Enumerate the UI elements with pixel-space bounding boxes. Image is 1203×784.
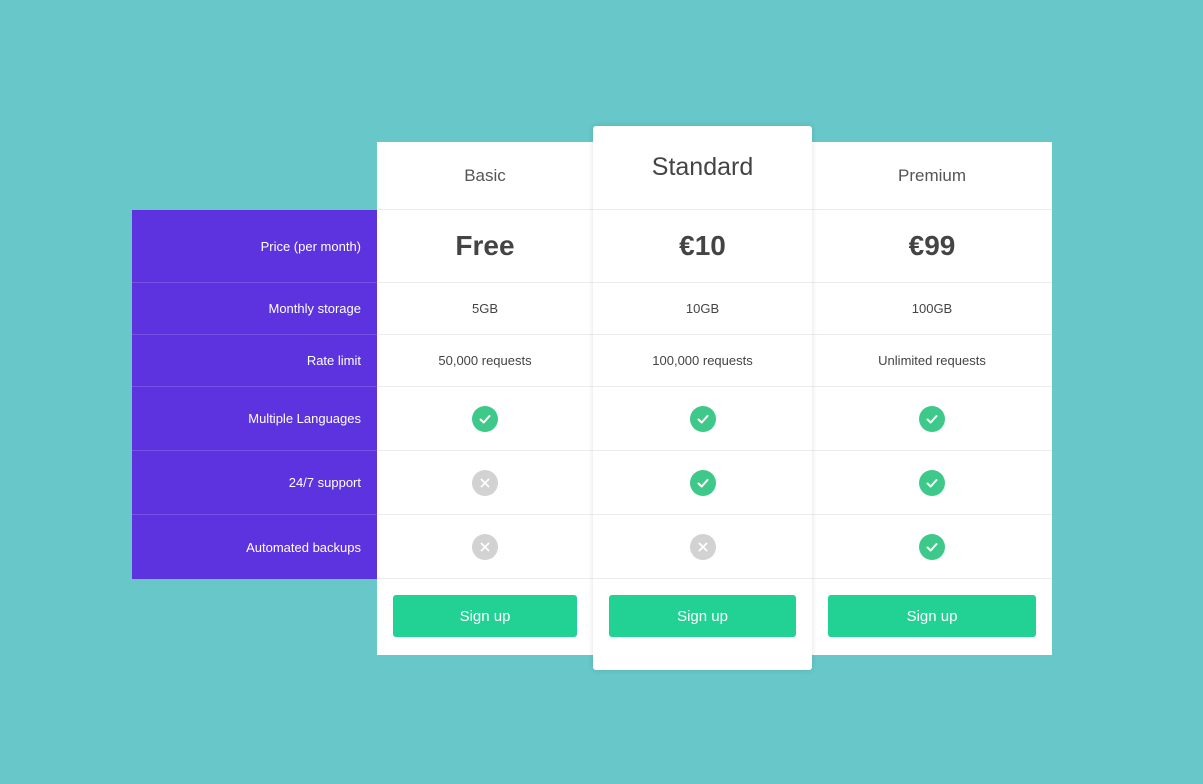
plan-support [377,451,593,515]
check-icon [472,405,498,432]
check-icon [919,533,945,560]
check-icon [689,405,716,432]
plan-storage: 5GB [377,283,593,335]
plan-languages [812,387,1052,451]
plan-backups [593,515,812,579]
signup-button-basic[interactable]: Sign up [393,595,577,637]
plan-price: €10 [593,210,812,283]
plan-column-premium: Premium €99 100GB Unlimited requests Sig… [812,142,1052,655]
plan-support [812,451,1052,515]
plan-rate-limit: 50,000 requests [377,335,593,387]
feature-label-column: Price (per month) Monthly storage Rate l… [132,210,377,579]
plan-name: Standard [593,126,812,210]
cross-icon [472,533,498,560]
plan-backups [812,515,1052,579]
signup-button-premium[interactable]: Sign up [828,595,1036,637]
label-backups: Automated backups [246,539,361,555]
label-support: 24/7 support [132,451,377,515]
plan-languages [377,387,593,451]
check-icon [919,405,945,432]
plan-cta: Sign up [812,579,1052,653]
plan-languages [593,387,812,451]
label-rate-limit: Rate limit [132,335,377,387]
plan-support [593,451,812,515]
plan-name: Basic [377,142,593,210]
plan-backups [377,515,593,579]
plan-cta: Sign up [377,579,593,653]
plan-column-basic: Basic Free 5GB 50,000 requests Sign up [377,142,593,655]
signup-button-standard[interactable]: Sign up [609,595,796,637]
plan-price: Free [377,210,593,283]
label-languages: Multiple Languages [132,387,377,451]
plan-rate-limit: 100,000 requests [593,335,812,387]
check-icon [919,469,945,496]
check-icon [689,469,716,496]
label-storage: Monthly storage [132,283,377,335]
plan-storage: 100GB [812,283,1052,335]
plan-name: Premium [812,142,1052,210]
plan-column-standard: Standard €10 10GB 100,000 requests Sign … [593,126,812,670]
plan-price: €99 [812,210,1052,283]
label-price: Price (per month) [132,210,377,283]
plan-cta: Sign up [593,579,812,653]
plan-rate-limit: Unlimited requests [812,335,1052,387]
plan-storage: 10GB [593,283,812,335]
cross-icon [472,469,498,496]
cross-icon [689,533,716,560]
